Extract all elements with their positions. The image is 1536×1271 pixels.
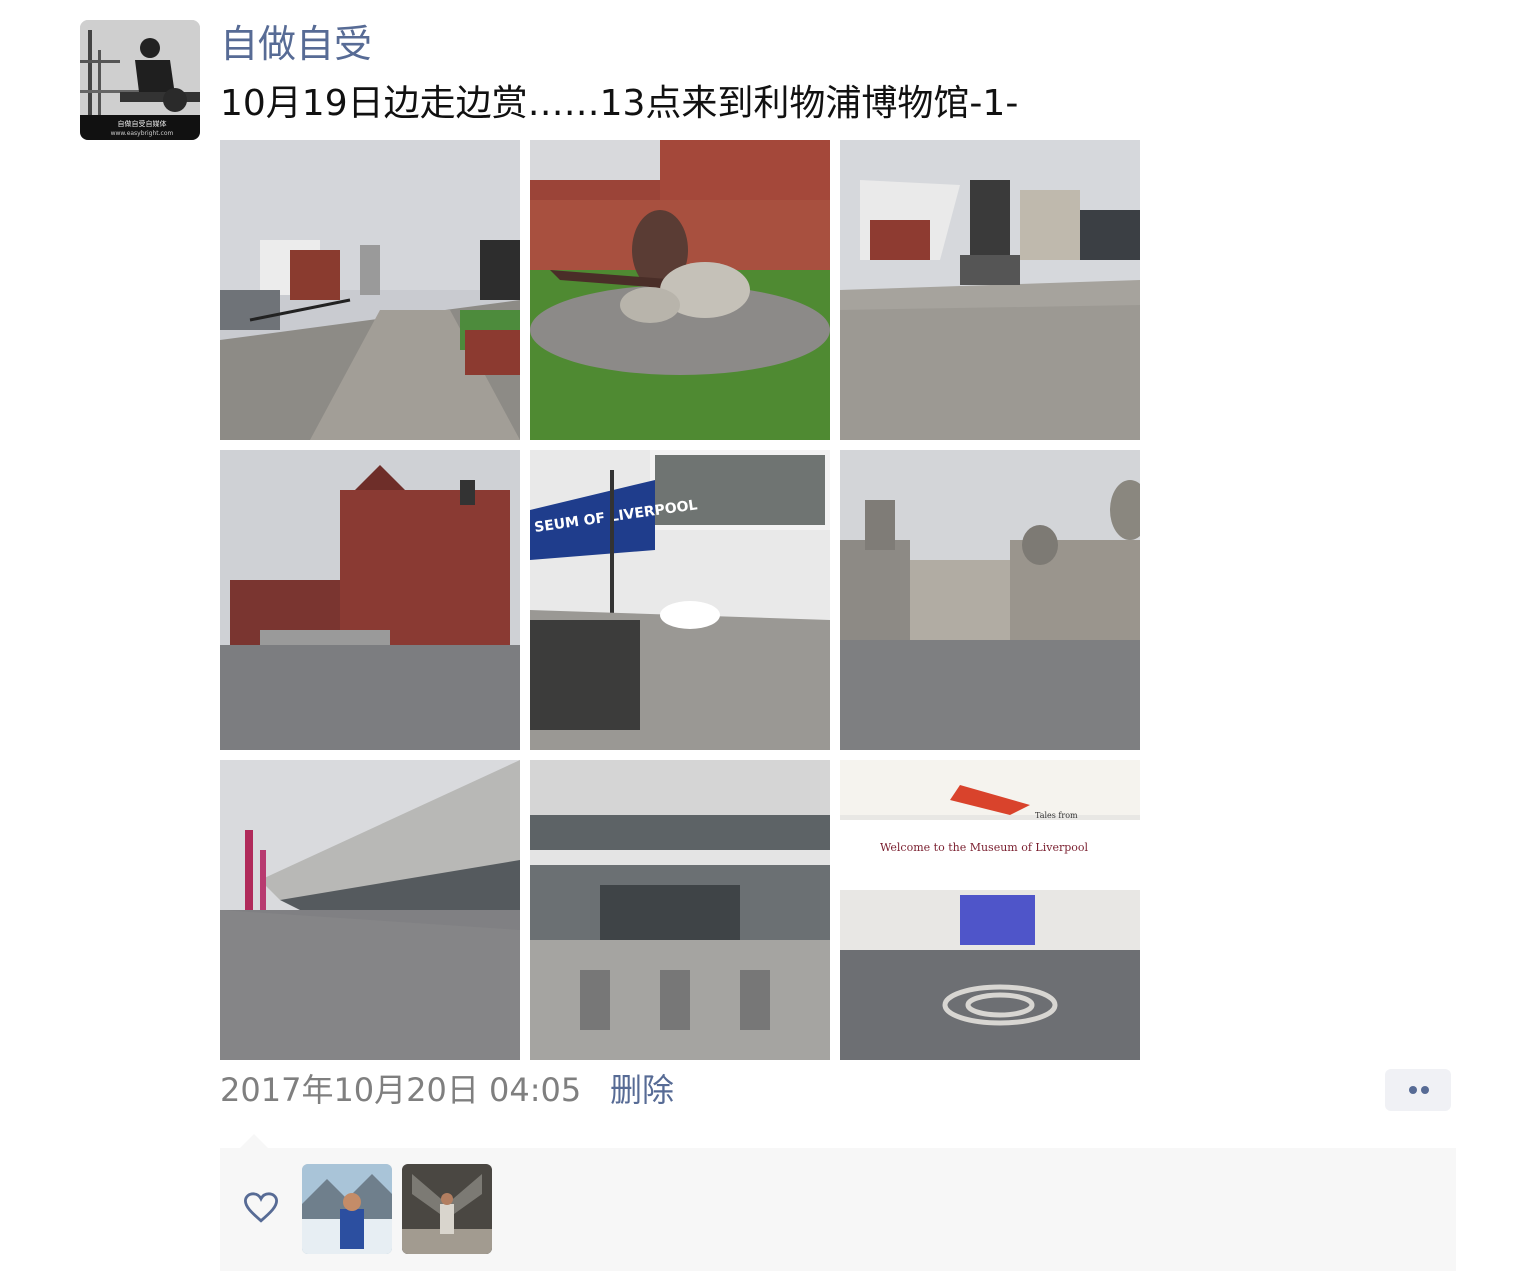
photo-museum-exterior[interactable] bbox=[220, 760, 520, 1060]
post-text: 10月19日边走边赏……13点来到利物浦博物馆-1- bbox=[220, 83, 1019, 124]
photo-museum-lobby[interactable]: Tales from Welcome to the Museum of Live… bbox=[840, 760, 1140, 1060]
photo-horn-sculpture[interactable] bbox=[530, 140, 830, 440]
liker-avatar-1[interactable] bbox=[302, 1164, 392, 1254]
photo-grid: SEUM OF LIVERPOOL Tales from Welcome to … bbox=[220, 140, 1140, 1060]
liker-avatar-2[interactable] bbox=[402, 1164, 492, 1254]
post-timestamp: 2017年10月20日 04:05 bbox=[220, 1071, 582, 1109]
author-name[interactable]: 自做自受 bbox=[220, 18, 372, 70]
photo-museum-bridge[interactable] bbox=[840, 140, 1140, 440]
more-options-button[interactable] bbox=[1385, 1069, 1451, 1111]
likes-panel bbox=[220, 1148, 1456, 1271]
photo-three-graces[interactable] bbox=[840, 450, 1140, 750]
avatar-caption: 自做自受自媒体 bbox=[118, 119, 167, 128]
lobby-welcome-text: Welcome to the Museum of Liverpool bbox=[880, 841, 1089, 854]
photo-museum-doors[interactable] bbox=[530, 760, 830, 1060]
delete-button[interactable]: 删除 bbox=[610, 1068, 674, 1112]
photo-waterfront-promenade[interactable] bbox=[220, 140, 520, 440]
likes-panel-arrow bbox=[240, 1134, 268, 1148]
dot-icon bbox=[1421, 1086, 1429, 1094]
dot-icon bbox=[1409, 1086, 1417, 1094]
author-avatar[interactable]: 自做自受自媒体 www.easybright.com bbox=[80, 20, 200, 140]
avatar-url: www.easybright.com bbox=[111, 130, 174, 137]
photo-red-brick-building[interactable] bbox=[220, 450, 520, 750]
lobby-subsign-text: Tales from bbox=[1035, 811, 1078, 820]
heart-icon bbox=[244, 1192, 278, 1223]
photo-museum-entrance[interactable]: SEUM OF LIVERPOOL bbox=[530, 450, 830, 750]
